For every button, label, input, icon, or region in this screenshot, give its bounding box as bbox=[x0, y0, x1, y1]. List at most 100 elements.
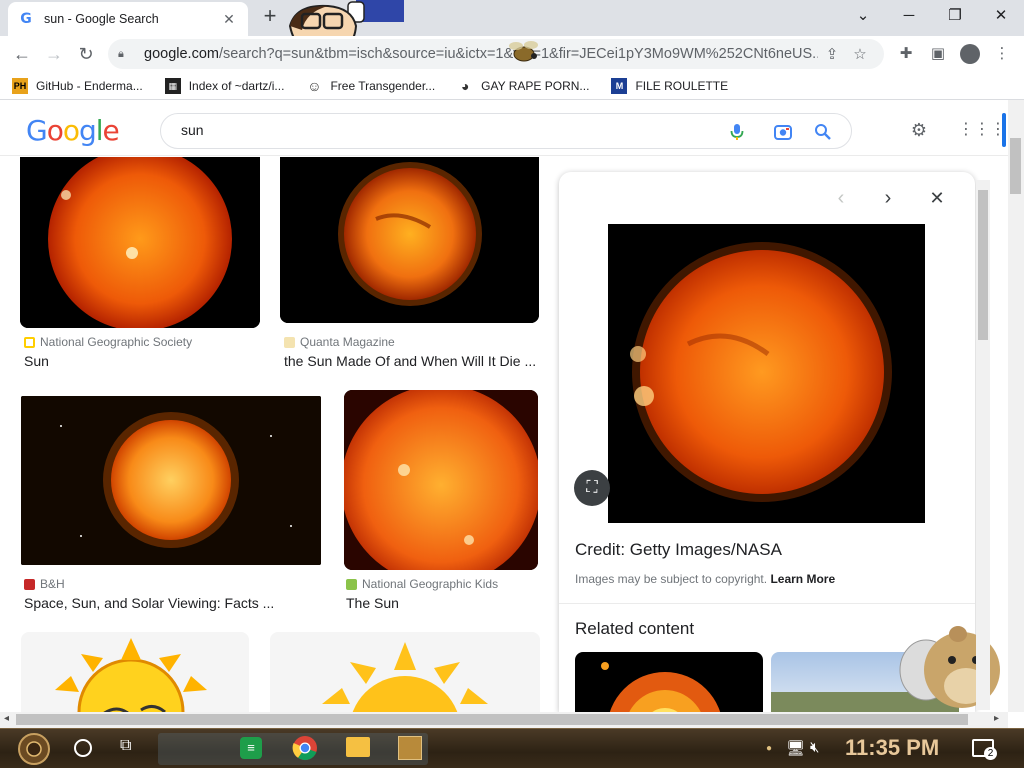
mf-favicon-icon: M bbox=[611, 77, 628, 94]
settings-gear-icon[interactable]: ⚙ bbox=[908, 119, 930, 141]
google-lens-icon[interactable]: ⛶ bbox=[574, 470, 610, 506]
result-source-4[interactable]: National Geographic Kids bbox=[346, 577, 498, 591]
side-panel-icon[interactable]: ▣ bbox=[926, 42, 950, 66]
horizontal-scroll-thumb[interactable] bbox=[16, 714, 968, 725]
search-icon[interactable] bbox=[813, 122, 833, 142]
source-label: Quanta Magazine bbox=[300, 335, 395, 349]
image-credit: Credit: Getty Images/NASA bbox=[575, 540, 782, 559]
network-icon[interactable]: 🖥︎ bbox=[786, 739, 805, 757]
result-thumbnail-6[interactable] bbox=[270, 632, 540, 712]
natgeo-kids-favicon-icon bbox=[346, 578, 357, 590]
bookmark-label: GAY RAPE PORN... bbox=[481, 78, 590, 93]
bookmark-star-icon[interactable]: ☆ bbox=[846, 45, 874, 63]
browser-toolbar: ← → ↻ 🔒︎ google.com/search?q=sun&tbm=isc… bbox=[0, 36, 1024, 72]
profile-avatar[interactable] bbox=[960, 44, 980, 64]
google-header: Google ⚙ ⋮⋮⋮ bbox=[0, 100, 1024, 156]
new-tab-button[interactable]: + bbox=[258, 5, 282, 29]
url-text[interactable]: google.com/search?q=sun&tbm=isch&source=… bbox=[144, 46, 818, 62]
bookmark-index-of-dartz[interactable]: ▦ Index of ~dartz/i... bbox=[164, 77, 285, 94]
panel-divider bbox=[559, 603, 975, 604]
ph-logo-icon: PH bbox=[12, 77, 28, 94]
panel-scroll-thumb[interactable] bbox=[978, 190, 988, 340]
copyright-notice: Images may be subject to copyright. Lear… bbox=[575, 572, 835, 586]
source-label: National Geographic Kids bbox=[362, 577, 499, 591]
grid-favicon-icon: ▦ bbox=[164, 77, 181, 94]
bookmark-github[interactable]: PH GitHub - Enderma... bbox=[12, 77, 143, 94]
bookmark-label: Free Transgender... bbox=[330, 78, 436, 93]
result-title-4[interactable]: The Sun bbox=[346, 595, 536, 611]
source-label: B&H bbox=[40, 577, 65, 591]
bookmark-free-transgender[interactable]: ☺ Free Transgender... bbox=[306, 77, 436, 94]
result-thumbnail-3[interactable] bbox=[21, 396, 321, 565]
close-panel-icon[interactable]: ✕ bbox=[925, 186, 949, 210]
image-results-grid: National Geographic Society Sun Quanta M… bbox=[0, 157, 550, 712]
bh-favicon-icon bbox=[24, 578, 35, 590]
taskbar: ⧉ ≡ ● 🖥︎ 🔇︎ 11:35 PM 2 bbox=[0, 728, 1024, 768]
notification-badge: 2 bbox=[984, 747, 997, 760]
notes-app-icon[interactable]: ≡ bbox=[240, 737, 262, 759]
result-title-2[interactable]: the Sun Made Of and When Will It Die ... bbox=[284, 353, 538, 369]
browser-tab[interactable]: G sun - Google Search ✕ bbox=[8, 2, 248, 36]
file-explorer-icon[interactable] bbox=[346, 737, 370, 757]
lock-icon: 🔒︎ bbox=[118, 47, 124, 60]
start-button-gear-icon[interactable] bbox=[12, 731, 56, 767]
result-title-1[interactable]: Sun bbox=[24, 353, 254, 369]
tray-bullet-icon[interactable]: ● bbox=[766, 743, 772, 754]
camera-lens-icon[interactable] bbox=[773, 122, 793, 142]
tab-title: sun - Google Search bbox=[44, 12, 159, 26]
extensions-puzzle-icon[interactable]: ✚ bbox=[894, 42, 918, 66]
chrome-icon[interactable] bbox=[292, 735, 318, 761]
share-icon[interactable]: ⇪ bbox=[818, 45, 846, 63]
learn-more-link[interactable]: Learn More bbox=[770, 572, 835, 586]
next-image-chevron-icon[interactable]: › bbox=[876, 186, 900, 210]
forward-button[interactable]: → bbox=[40, 40, 68, 68]
tab-strip: G sun - Google Search ✕ + ⌄ ─ ❐ ✕ bbox=[0, 0, 1024, 58]
signin-button-edge[interactable] bbox=[1002, 113, 1006, 147]
search-circle-icon[interactable] bbox=[74, 739, 92, 757]
result-source-1[interactable]: National Geographic Society bbox=[24, 335, 192, 349]
result-thumbnail-2[interactable] bbox=[280, 157, 539, 323]
face-favicon-icon: ☺ bbox=[306, 77, 323, 94]
address-bar[interactable]: 🔒︎ google.com/search?q=sun&tbm=isch&sour… bbox=[108, 39, 884, 69]
taskbar-clock[interactable]: 11:35 PM bbox=[845, 735, 939, 761]
related-image-1[interactable] bbox=[575, 652, 763, 712]
previous-image-chevron-icon[interactable]: ‹ bbox=[829, 186, 853, 210]
result-thumbnail-4[interactable] bbox=[344, 390, 538, 570]
result-source-2[interactable]: Quanta Magazine bbox=[284, 335, 395, 349]
scroll-left-arrow-icon[interactable]: ◂ bbox=[4, 713, 9, 724]
tab-search-chevron-icon[interactable]: ⌄ bbox=[840, 2, 886, 32]
scroll-right-arrow-icon[interactable]: ▸ bbox=[994, 713, 999, 724]
back-button[interactable]: ← bbox=[8, 40, 36, 68]
search-input[interactable] bbox=[181, 122, 701, 138]
bookmark-label: Index of ~dartz/i... bbox=[188, 78, 285, 93]
result-title-3[interactable]: Space, Sun, and Solar Viewing: Facts ... bbox=[24, 595, 324, 611]
google-logo[interactable]: Google bbox=[26, 114, 120, 147]
reload-button[interactable]: ↻ bbox=[72, 40, 100, 68]
pinned-app-icon[interactable] bbox=[398, 736, 422, 760]
search-box bbox=[160, 113, 852, 149]
preview-image[interactable] bbox=[608, 224, 925, 523]
insect-sticker bbox=[509, 41, 538, 62]
bookmark-gay-rape-porn[interactable]: ◕ GAY RAPE PORN... bbox=[457, 77, 590, 94]
page-scroll-thumb[interactable] bbox=[1010, 138, 1021, 194]
microphone-icon[interactable] bbox=[727, 122, 747, 142]
bookmark-label: GitHub - Enderma... bbox=[36, 78, 143, 93]
task-view-icon[interactable]: ⧉ bbox=[120, 737, 131, 755]
apps-grid-icon[interactable]: ⋮⋮⋮ bbox=[958, 119, 1006, 141]
source-label: National Geographic Society bbox=[40, 335, 193, 349]
minimize-button[interactable]: ─ bbox=[886, 2, 932, 32]
copyright-text: Images may be subject to copyright. bbox=[575, 572, 768, 586]
speaker-muted-icon[interactable]: 🔇︎ bbox=[810, 739, 819, 756]
menu-kebab-icon[interactable]: ⋮ bbox=[990, 42, 1014, 66]
tab-close-icon[interactable]: ✕ bbox=[220, 11, 238, 28]
bookmarks-bar: PH GitHub - Enderma... ▦ Index of ~dartz… bbox=[0, 72, 1024, 100]
quanta-favicon-icon bbox=[284, 336, 295, 348]
result-source-3[interactable]: B&H bbox=[24, 577, 65, 591]
close-window-button[interactable]: ✕ bbox=[978, 2, 1024, 32]
natgeo-favicon-icon bbox=[24, 336, 35, 348]
bookmark-file-roulette[interactable]: M FILE ROULETTE bbox=[611, 77, 729, 94]
result-thumbnail-1[interactable] bbox=[20, 157, 260, 328]
restore-button[interactable]: ❐ bbox=[932, 2, 978, 32]
result-thumbnail-5[interactable] bbox=[21, 632, 249, 712]
bookmark-label: FILE ROULETTE bbox=[635, 78, 729, 93]
